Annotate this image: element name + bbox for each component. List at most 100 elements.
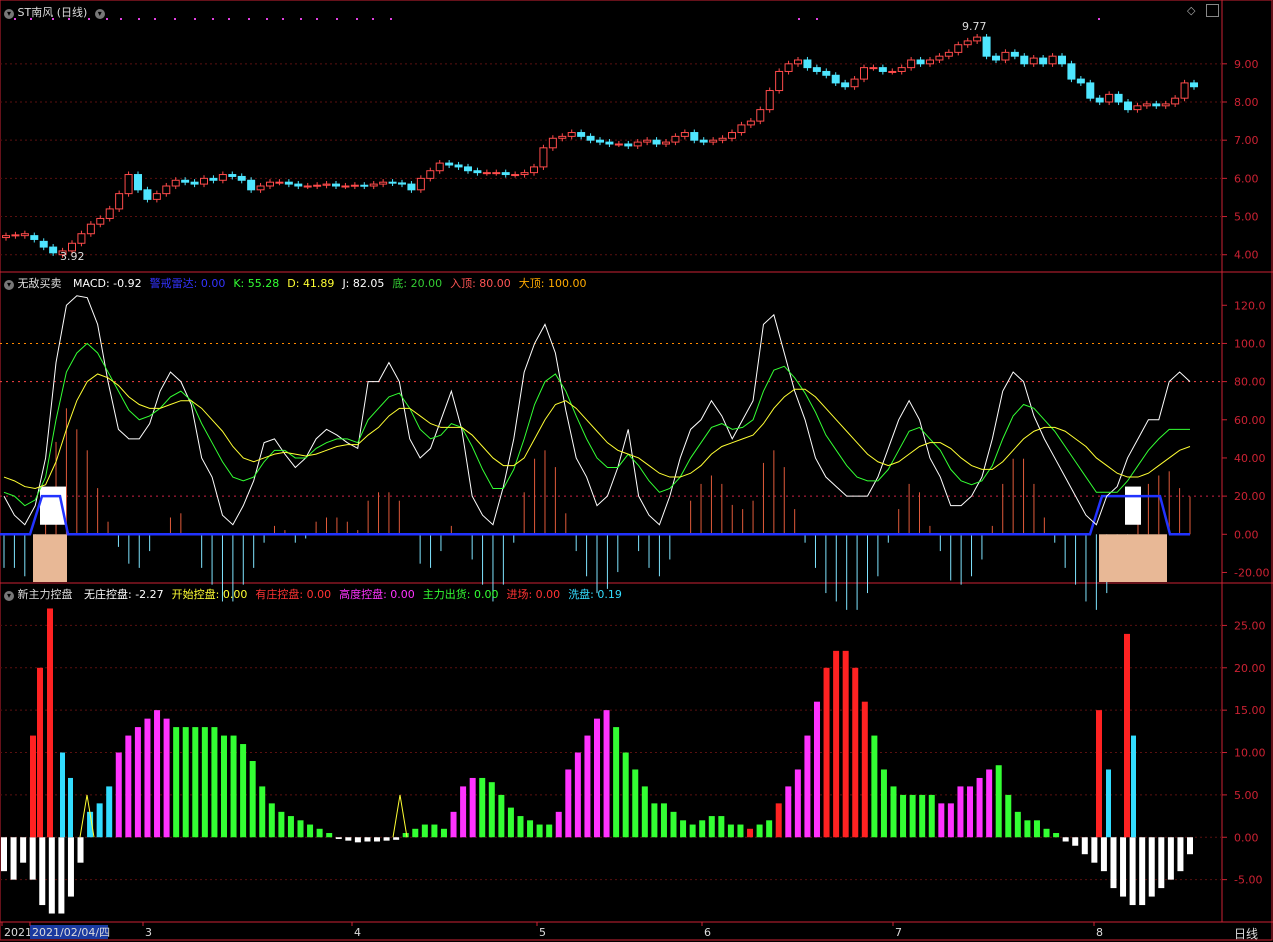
candle-body (303, 185, 312, 188)
y-tick-label: 5.00 (1234, 211, 1259, 224)
wash-bar (68, 777, 73, 838)
candle-body (954, 44, 963, 53)
candle-body (322, 183, 331, 186)
candle-body (775, 70, 784, 92)
candle-body (982, 36, 991, 57)
control-bar (393, 837, 400, 840)
candle-body (596, 139, 604, 143)
candle-body (237, 175, 246, 181)
control-bar (737, 824, 744, 838)
y-tick-label: 120.0 (1234, 299, 1266, 312)
x-axis-label: 5 (539, 926, 546, 939)
signal-box (1125, 486, 1141, 525)
control-bar (29, 837, 36, 880)
candle-body (492, 172, 501, 175)
control-bar (326, 833, 333, 838)
candle-body (1171, 97, 1180, 105)
control-bar (154, 710, 161, 838)
diamond-icon[interactable]: ◇ (1187, 4, 1195, 17)
y-tick-label: 25.00 (1234, 619, 1266, 632)
indicator-name: 新主力控盘 (17, 588, 73, 601)
control-bar (680, 820, 687, 838)
candle-body (577, 132, 586, 137)
candle-body (388, 181, 397, 184)
control-bar (708, 816, 715, 838)
control-bar (555, 811, 562, 838)
candle-body (1029, 57, 1038, 65)
control-bar (134, 727, 141, 838)
candle-body (1067, 63, 1076, 80)
candle-body (567, 132, 576, 137)
control-bar (39, 837, 46, 906)
control-bar (794, 769, 801, 838)
chevron-down-icon[interactable]: ▾ (4, 280, 14, 290)
control-bar (852, 667, 859, 838)
candle-body (662, 141, 670, 145)
y-tick-label: 80.00 (1234, 376, 1266, 389)
y-tick-label: 0.00 (1234, 831, 1259, 844)
candle-body (963, 40, 972, 46)
signal-dot (798, 18, 800, 20)
control-bar (402, 833, 409, 838)
control-bar (1187, 837, 1193, 855)
candle-body (794, 59, 802, 65)
kdj-field: J: 82.05 (342, 277, 385, 290)
candle-body (398, 182, 406, 185)
settings-icon[interactable]: ▾ (94, 9, 105, 19)
chevron-down-icon[interactable]: ▾ (4, 591, 14, 601)
control-bar (823, 667, 830, 838)
control-bar (622, 752, 629, 838)
candle-body (605, 141, 614, 145)
control-bar (1167, 837, 1174, 880)
control-bar (469, 777, 476, 838)
control-bar (230, 735, 237, 838)
control-bar (613, 727, 620, 838)
candle-body (520, 172, 529, 176)
candle-body (633, 141, 642, 147)
candle-body (313, 184, 322, 187)
control-bar (699, 820, 706, 838)
kdj-field: 警戒雷达: 0.00 (149, 277, 226, 290)
candle-body (284, 181, 293, 185)
control-bar (833, 650, 840, 838)
x-axis-label: 2021 (4, 926, 32, 939)
control-bar (919, 794, 926, 838)
candle-body (944, 51, 953, 57)
period-label[interactable]: 日线 (1234, 925, 1258, 942)
control-bar (861, 701, 868, 838)
candle-body (294, 183, 303, 187)
control-bar (871, 735, 878, 838)
low-label: 3.92 (60, 250, 85, 263)
kdj-field: 入顶: 80.00 (450, 277, 511, 290)
y-tick-label: 0.00 (1234, 528, 1259, 541)
candle-body (690, 132, 699, 141)
kdj-field: D: 41.89 (287, 277, 335, 290)
control-bar (986, 769, 993, 838)
control-bar (287, 816, 294, 838)
control-bar (957, 786, 964, 838)
candle-body (20, 233, 29, 237)
control-bar (1120, 837, 1127, 897)
candle-body (812, 67, 821, 72)
candle-body (11, 234, 20, 237)
candle-body (511, 174, 520, 177)
candle-body (77, 233, 86, 244)
control-bar (58, 837, 65, 914)
y-tick-label: 6.00 (1234, 172, 1259, 185)
control-bar (1177, 837, 1184, 872)
candle-body (39, 240, 48, 248)
x-axis-label: 3 (145, 926, 152, 939)
control-bar (479, 777, 486, 838)
signal-dot (228, 18, 230, 20)
y-tick-label: 15.00 (1234, 704, 1266, 717)
scroll-button[interactable] (1206, 4, 1219, 17)
control-bar (1005, 794, 1012, 838)
wash-bar (1106, 769, 1111, 838)
candle-body (1105, 93, 1114, 103)
control-bar (125, 735, 132, 838)
candle-body (2, 235, 10, 239)
entry-bar (37, 667, 43, 838)
candle-body (1133, 105, 1142, 111)
control-bar (804, 735, 811, 838)
chevron-down-icon[interactable]: ▾ (4, 9, 14, 19)
